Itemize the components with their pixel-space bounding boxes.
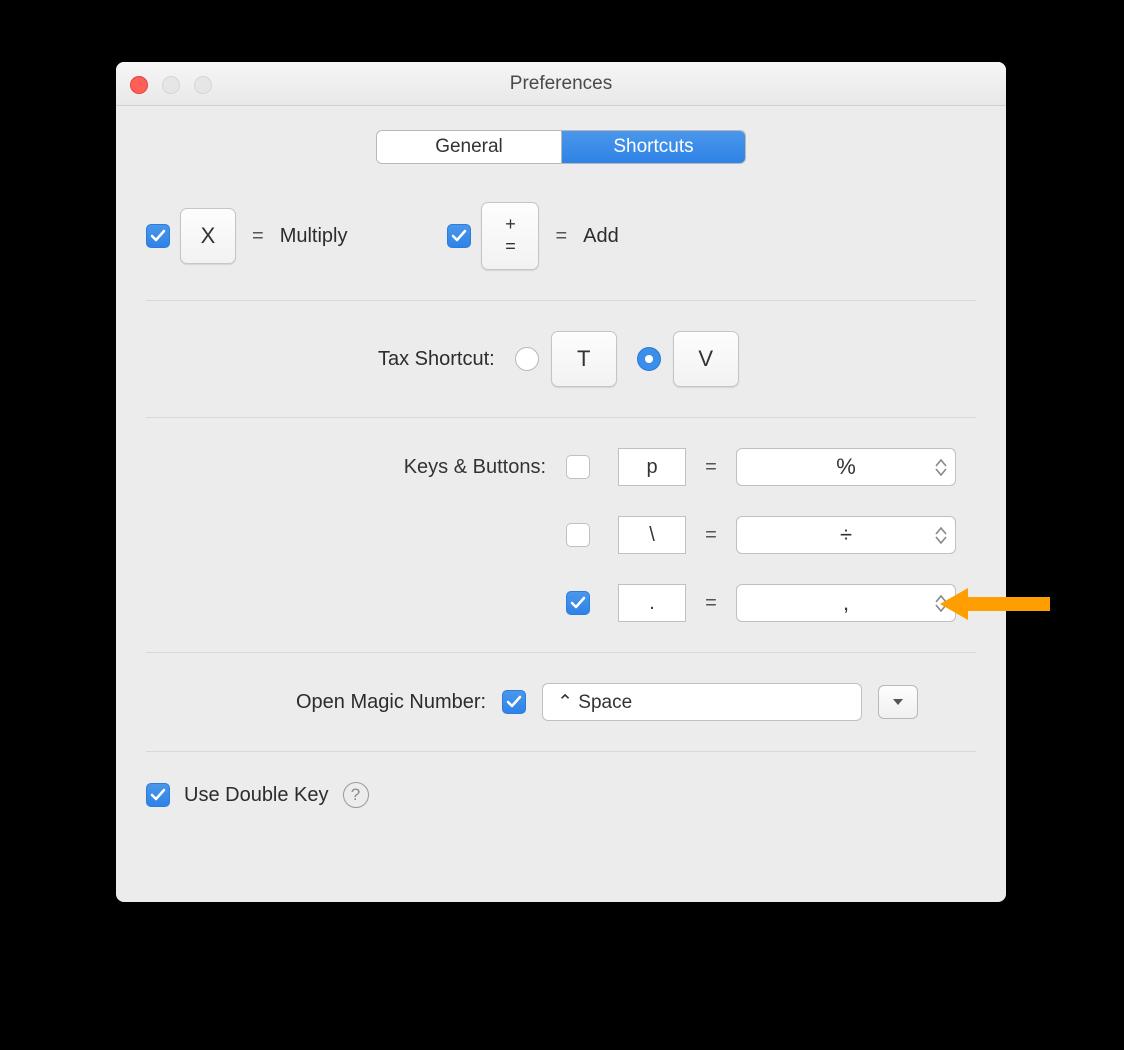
equals-label: =	[692, 524, 730, 547]
stepper-icon	[935, 595, 947, 612]
equals-label: =	[692, 592, 730, 615]
kb-row0-value: %	[836, 454, 856, 480]
tax-radio-v[interactable]	[637, 347, 661, 371]
multiply-label: Multiply	[280, 225, 348, 248]
kb-row1-key-input[interactable]	[618, 516, 686, 554]
open-magic-number-input[interactable]: ⌃ Space	[542, 683, 862, 721]
kb-row2-checkbox[interactable]	[566, 591, 590, 615]
stepper-icon	[935, 527, 947, 544]
help-icon[interactable]: ?	[343, 782, 369, 808]
preferences-window: Preferences General Shortcuts X = Multip…	[116, 62, 1006, 902]
keys-buttons-label: Keys & Buttons:	[346, 456, 566, 479]
use-double-key-label: Use Double Key	[184, 784, 329, 807]
open-magic-number-value: ⌃ Space	[557, 691, 632, 714]
multiply-keycap: X	[180, 208, 236, 264]
window-title: Preferences	[510, 73, 612, 95]
equals-label: =	[692, 456, 730, 479]
titlebar: Preferences	[116, 62, 1006, 106]
tab-shortcuts[interactable]: Shortcuts	[561, 131, 745, 163]
open-magic-number-label: Open Magic Number:	[296, 691, 486, 714]
open-magic-number-menu-button[interactable]	[878, 685, 918, 719]
equals-label: =	[555, 225, 567, 248]
multiply-checkbox[interactable]	[146, 224, 170, 248]
use-double-key-checkbox[interactable]	[146, 783, 170, 807]
add-keycap-bot: =	[505, 236, 516, 258]
stepper-icon	[935, 459, 947, 476]
kb-row2-key-input[interactable]	[618, 584, 686, 622]
kb-row0-value-dropdown[interactable]: %	[736, 448, 956, 486]
open-magic-number-checkbox[interactable]	[502, 690, 526, 714]
minimize-button[interactable]	[162, 76, 180, 94]
close-button[interactable]	[130, 76, 148, 94]
kb-row2-value: ,	[843, 590, 849, 616]
tax-shortcut-label: Tax Shortcut:	[378, 348, 495, 371]
kb-row0-key-input[interactable]	[618, 448, 686, 486]
add-checkbox[interactable]	[447, 224, 471, 248]
tab-general[interactable]: General	[377, 131, 561, 163]
zoom-button[interactable]	[194, 76, 212, 94]
add-keycap-top: +	[505, 214, 516, 236]
kb-row1-value-dropdown[interactable]: ÷	[736, 516, 956, 554]
tax-keycap-t: T	[551, 331, 617, 387]
traffic-lights	[130, 76, 212, 94]
kb-row2-value-dropdown[interactable]: ,	[736, 584, 956, 622]
tax-radio-t[interactable]	[515, 347, 539, 371]
equals-label: =	[252, 225, 264, 248]
kb-row1-value: ÷	[840, 522, 852, 548]
add-label: Add	[583, 225, 619, 248]
kb-row0-checkbox[interactable]	[566, 455, 590, 479]
add-keycap: + =	[481, 202, 539, 270]
tab-bar: General Shortcuts	[116, 130, 1006, 164]
kb-row1-checkbox[interactable]	[566, 523, 590, 547]
tax-keycap-v: V	[673, 331, 739, 387]
